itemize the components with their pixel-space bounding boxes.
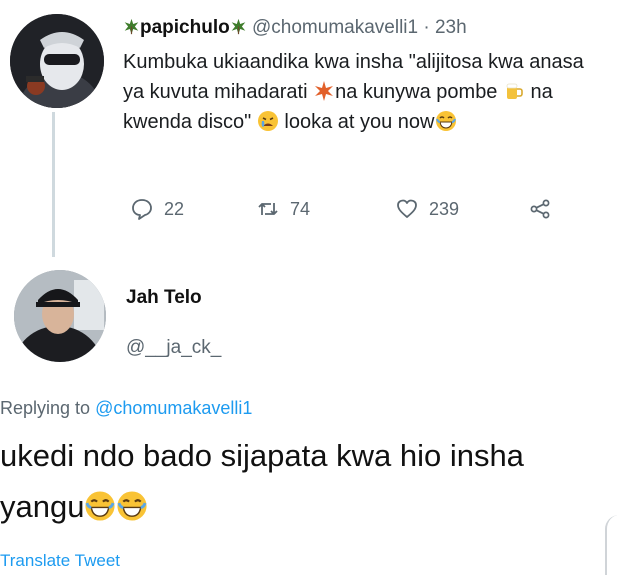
avatar[interactable] [10,14,104,108]
user-handle[interactable]: @chomumakavelli1 [252,17,418,38]
replying-prefix: Replying to [0,398,96,418]
reply-count: 22 [164,198,185,219]
leaf-emoji-icon [313,80,335,102]
display-name[interactable]: papichulo [140,17,230,38]
beer-emoji-icon [503,80,525,102]
translate-tweet-link[interactable]: Translate Tweet [0,551,120,571]
reply-button[interactable]: 22 [130,196,184,222]
retweet-button[interactable]: 74 [256,196,310,222]
retweet-icon [258,203,278,215]
display-name[interactable]: Jah Telo [126,287,202,309]
laughing-face-emoji-icon [435,110,457,132]
share-button[interactable] [528,196,552,222]
avatar[interactable] [14,270,106,362]
mention-link[interactable]: @chomumakavelli1 [95,398,252,418]
share-icon [530,199,550,219]
crying-face-emoji-icon [257,110,279,132]
leaf-icon [123,18,140,35]
tweet-text-part: looka at you now [278,111,435,133]
tweet-header: papichulo @chomumakavelli1 · 23h [123,17,467,39]
tweet-text: ukedi ndo bado sijapata kwa hio insha ya… [0,430,612,532]
tweet-text: Kumbuka ukiaandika kwa insha "alijitosa … [123,47,608,137]
timestamp[interactable]: 23h [435,17,467,38]
replying-to: Replying to @chomumakavelli1 [0,398,252,419]
like-count: 239 [429,198,460,219]
heart-icon [397,199,417,218]
like-button[interactable]: 239 [395,196,459,222]
tweet-text-part: na kunywa pombe [335,81,503,103]
thread-line [52,112,55,257]
retweet-count: 74 [290,198,311,219]
tweet-text-body: ukedi ndo bado sijapata kwa hio insha ya… [0,438,524,524]
scroll-edge [605,515,617,575]
leaf-icon [230,18,247,35]
laughing-face-emoji-icon [116,486,148,521]
laughing-face-emoji-icon [84,486,116,521]
reply-icon [132,199,152,220]
separator-dot: · [423,17,430,38]
user-handle[interactable]: @__ja_ck_ [126,337,221,359]
